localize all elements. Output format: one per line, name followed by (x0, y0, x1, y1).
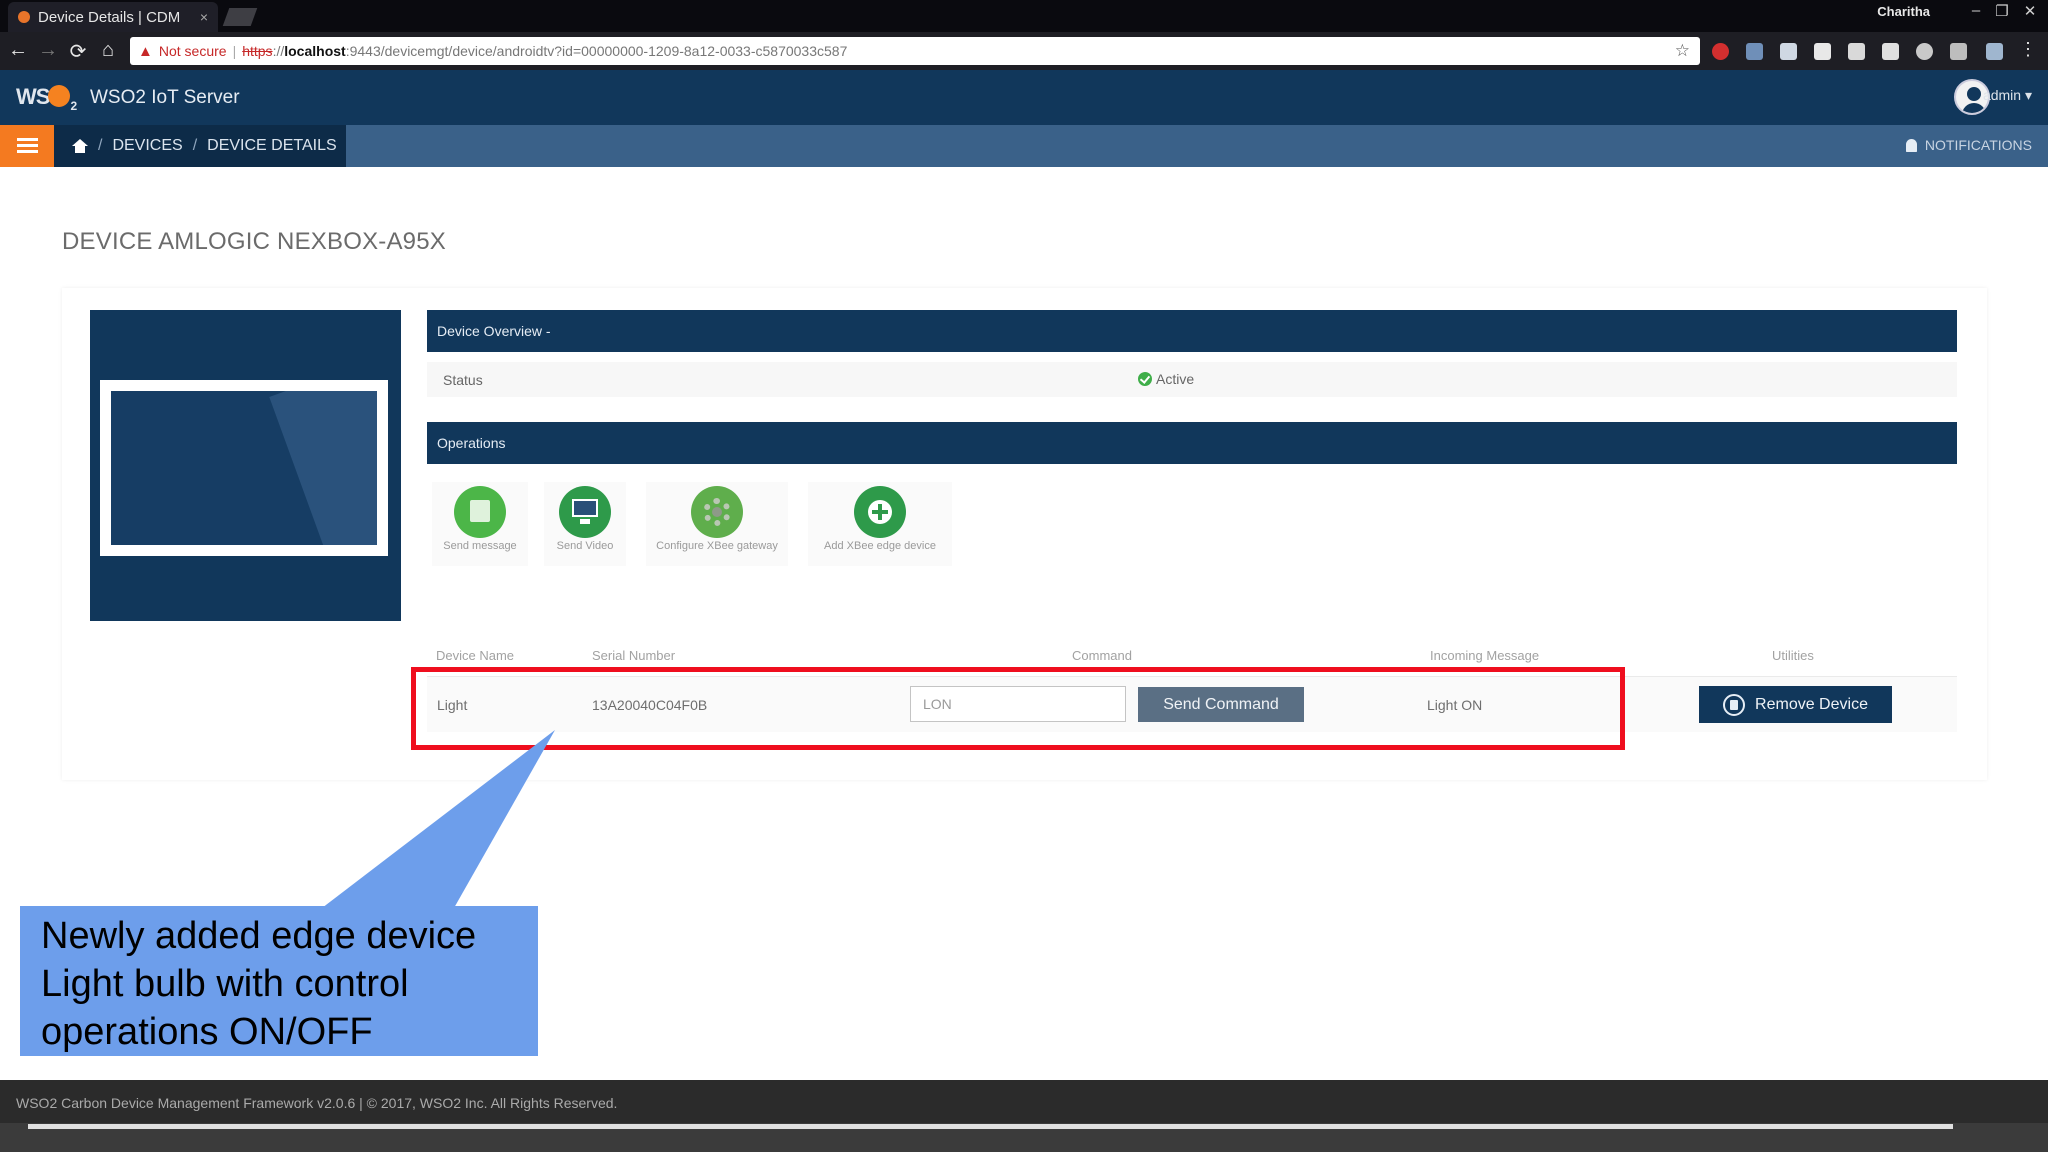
callout-line: Newly added edge device (41, 915, 477, 957)
annotation-callout: Newly added edge device Light bulb with … (20, 906, 538, 1056)
footer-text: WSO2 Carbon Device Management Framework … (16, 1095, 618, 1111)
callout-line: Light bulb with control (41, 963, 409, 1005)
footer: WSO2 Carbon Device Management Framework … (0, 1080, 2048, 1128)
video-progress-bar[interactable] (28, 1124, 1953, 1129)
callout-line: operations ON/OFF (41, 1011, 373, 1053)
